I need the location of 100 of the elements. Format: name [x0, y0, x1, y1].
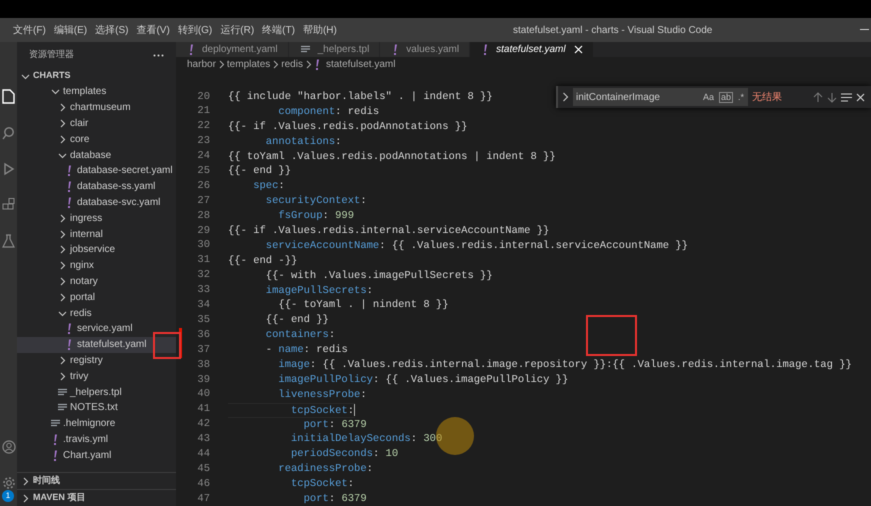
arrow-down-icon[interactable]: [827, 92, 837, 102]
chevron-right-icon[interactable]: [58, 292, 66, 302]
account-icon[interactable]: [2, 440, 16, 454]
breadcrumb-item[interactable]: templates: [226, 57, 270, 72]
tree-item[interactable]: nginx: [17, 258, 176, 274]
chevron-right-icon[interactable]: [58, 245, 66, 254]
line-number: 33: [196, 283, 210, 298]
menu-item[interactable]: 查看(V): [132, 22, 174, 38]
tree-item[interactable]: .travis.yml: [17, 432, 176, 448]
exclamation-icon: [66, 165, 72, 176]
line-number: 45: [196, 462, 210, 477]
tree-item[interactable]: trivy: [17, 368, 176, 384]
editor-tab[interactable]: deployment.yaml: [176, 42, 289, 57]
chevron-right-icon[interactable]: [21, 494, 30, 502]
editor-tab[interactable]: statefulset.yaml: [470, 42, 594, 57]
tree-item[interactable]: service.yaml: [17, 320, 176, 337]
menu-item[interactable]: 转到(G): [174, 22, 216, 38]
lines-icon: [50, 419, 60, 428]
menu-item[interactable]: 运行(R): [216, 22, 258, 38]
chevron-right-icon[interactable]: [562, 92, 569, 102]
more-icon[interactable]: [153, 54, 164, 56]
option-toggle[interactable]: .*: [736, 92, 745, 102]
chevron-right-icon[interactable]: [58, 103, 66, 112]
tree-item[interactable]: notary: [17, 274, 176, 290]
tree-item[interactable]: internal: [17, 226, 176, 242]
exclamation-icon: [188, 44, 194, 55]
line-number: 23: [196, 134, 210, 150]
line-number: 44: [196, 446, 210, 462]
chevron-right-icon[interactable]: [58, 261, 66, 270]
breadcrumb-item[interactable]: harbor: [187, 57, 216, 72]
exclamation-icon: [52, 434, 58, 445]
menu-item[interactable]: 终端(T): [258, 22, 299, 38]
menu-item[interactable]: 选择(S): [91, 22, 132, 38]
chevron-down-icon[interactable]: [21, 72, 30, 80]
chevron-right-icon[interactable]: [58, 118, 66, 128]
tree-item[interactable]: database-svc.yaml: [17, 194, 176, 210]
menu-item[interactable]: 编辑(E): [50, 22, 92, 38]
tree-item[interactable]: portal: [17, 289, 176, 306]
option-toggle[interactable]: ab: [718, 92, 733, 102]
flask-icon[interactable]: [2, 234, 15, 248]
chevron-right-icon[interactable]: [21, 476, 30, 486]
chevron-right-icon[interactable]: [58, 134, 66, 144]
tree-item[interactable]: statefulset.yaml: [17, 336, 176, 353]
chevron-down-icon[interactable]: [58, 308, 66, 318]
code-line: tcpSocket:: [290, 477, 354, 492]
chevron-right-icon[interactable]: [58, 230, 66, 239]
editor-tab[interactable]: _helpers.tpl: [288, 42, 380, 57]
chevron-down-icon[interactable]: [50, 87, 60, 96]
chevron-right-icon[interactable]: [58, 372, 66, 381]
tree-item[interactable]: chartmuseum: [17, 100, 176, 116]
code-line: image: {{ .Values.redis.internal.image.repository }}:{{ .Values.redis.internal.image.tag }}: [277, 358, 852, 373]
chevron-right-icon[interactable]: [58, 356, 66, 365]
section-header[interactable]: CHARTS: [17, 68, 176, 84]
files-icon[interactable]: [2, 89, 15, 104]
tree-item[interactable]: .helmignore: [17, 416, 176, 432]
menu-item[interactable]: 帮助(H): [298, 22, 341, 38]
tree-item[interactable]: database-secret.yaml: [17, 162, 176, 179]
code-line: tcpSocket:: [228, 402, 356, 418]
chevron-down-icon[interactable]: [58, 150, 66, 160]
play-icon[interactable]: [2, 162, 15, 176]
annotation-rectangle: [153, 332, 181, 359]
chevron-right-icon[interactable]: [58, 214, 66, 223]
code-line: {{- if .Values.redis.podAnnotations }}: [228, 120, 468, 135]
tree-item[interactable]: jobservice: [17, 242, 176, 258]
tree-item[interactable]: templates: [17, 84, 176, 100]
tree-item[interactable]: database-ss.yaml: [17, 178, 176, 195]
line-number: 29: [196, 224, 210, 239]
section-header[interactable]: 时间线: [17, 472, 176, 489]
extensions-icon[interactable]: [2, 198, 15, 212]
tree-item[interactable]: core: [17, 131, 176, 148]
close-icon[interactable]: [856, 92, 865, 102]
tree-item[interactable]: redis: [17, 305, 176, 321]
code-line: {{- end }}: [264, 313, 329, 328]
tree-item[interactable]: NOTES.txt: [17, 400, 176, 416]
chevron-right-icon[interactable]: [58, 276, 66, 286]
tree-item[interactable]: Chart.yaml: [17, 447, 176, 464]
line-number: 43: [196, 432, 210, 448]
line-number: 36: [196, 328, 210, 343]
settings-icon[interactable]: [2, 476, 16, 490]
arrow-up-icon[interactable]: [813, 92, 823, 102]
find-input[interactable]: initContainerImage Aa ab .*: [573, 88, 748, 106]
editor-tab[interactable]: values.yaml: [380, 42, 470, 57]
menu-item[interactable]: 文件(F): [9, 22, 50, 38]
search-icon[interactable]: [2, 126, 15, 140]
breadcrumb-item[interactable]: redis: [281, 57, 303, 72]
line-number: 32: [196, 268, 210, 284]
section-header[interactable]: MAVEN 项目: [17, 489, 176, 506]
tree-item[interactable]: database: [17, 147, 176, 163]
breadcrumb-item[interactable]: statefulset.yaml: [314, 57, 396, 72]
tree-item[interactable]: ingress: [17, 210, 176, 226]
lines-icon[interactable]: [841, 92, 852, 102]
tree-item[interactable]: registry: [17, 352, 176, 368]
code-line: securityContext:: [264, 194, 367, 210]
code-line: {{- end }}: [228, 164, 292, 180]
tree-item[interactable]: _helpers.tpl: [17, 384, 176, 400]
option-toggle[interactable]: Aa: [702, 92, 715, 102]
tree-item[interactable]: clair: [17, 116, 176, 132]
exclamation-icon: [66, 323, 72, 334]
explorer-title: 资源管理器: [29, 48, 74, 62]
chevron-right-icon: [218, 60, 225, 69]
